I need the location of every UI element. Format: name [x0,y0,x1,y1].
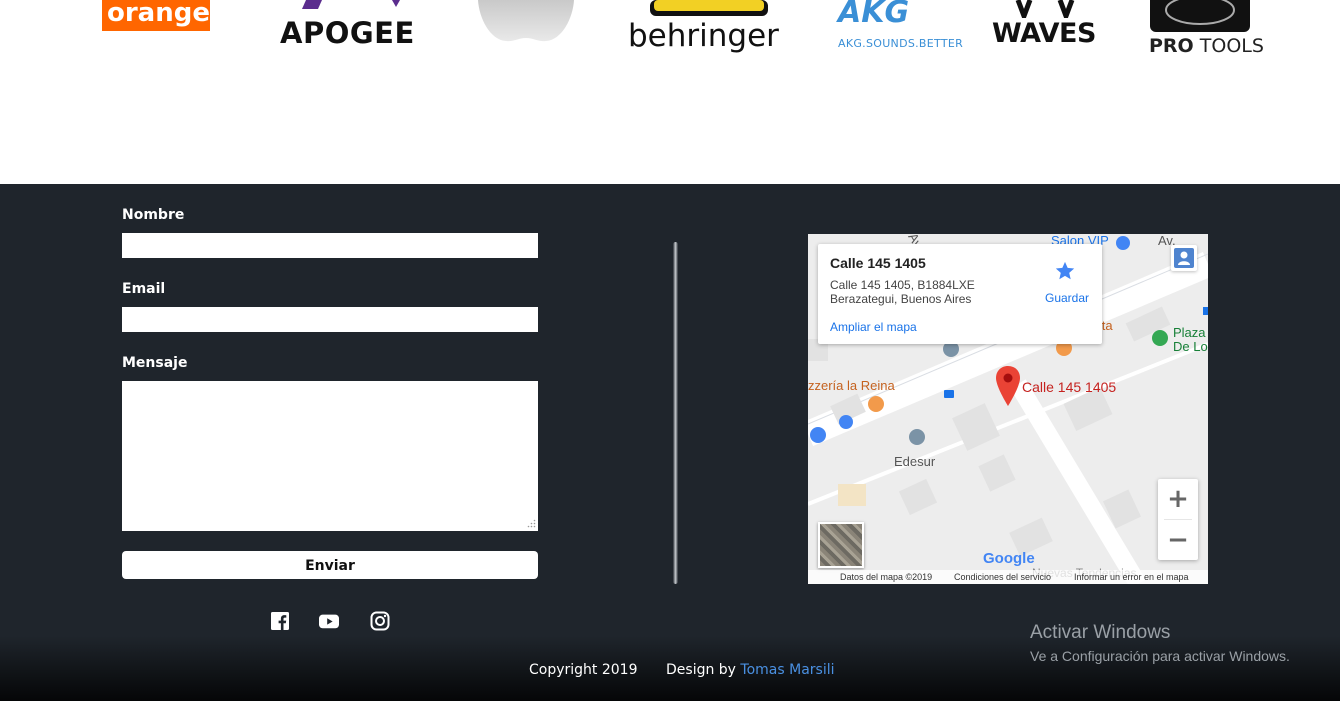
name-input[interactable] [122,233,538,258]
map-attribution-bar: Datos del mapa ©2019 Condiciones del ser… [808,570,1208,584]
waves-logo: WAVES [992,18,1096,49]
info-title: Calle 145 1405 [830,255,926,271]
orange-logo: orange [102,0,210,31]
map-info-window: Calle 145 1405 Calle 145 1405, B1884LXE … [818,244,1102,344]
pro-tools-pro: PRO [1149,35,1194,57]
poi-plaza-line2: De Lo [1173,339,1208,354]
map-data-attribution: Datos del mapa ©2019 [840,572,933,582]
name-label: Nombre [122,207,185,223]
pro-tools-logo: PRO TOOLS [1149,35,1264,57]
send-button[interactable]: Enviar [122,551,538,579]
design-prefix: Design by [666,662,741,678]
design-credit: Design by Tomas Marsili [666,662,835,678]
message-label: Mensaje [122,355,188,371]
behringer-logo: behringer [628,18,779,54]
report-error-link[interactable]: Informar un error en el mapa [1074,572,1189,582]
akg-logo: AKG [838,0,910,30]
apogee-mark-icon [302,0,400,9]
info-address-line2: Berazategui, Buenos Aires [830,292,972,306]
email-label: Email [122,281,166,297]
pro-tools-mark-icon [1150,0,1250,32]
facebook-icon[interactable] [270,611,290,631]
behringer-mark-icon [650,0,768,16]
windows-activation-title: Activar Windows [1030,622,1171,643]
marker-label: Calle 145 1405 [1022,379,1117,395]
google-logo-text: Google [983,550,1035,567]
enlarge-map-link[interactable]: Ampliar el mapa [830,320,917,334]
copyright-text: Copyright 2019 [529,662,638,678]
satellite-toggle-thumbnail[interactable] [818,522,864,568]
street-view-pegman-icon[interactable] [1171,245,1197,271]
zoom-in-button[interactable]: + [1158,479,1198,519]
location-marker-icon[interactable] [996,366,1020,406]
zoom-out-button[interactable]: − [1158,520,1198,560]
vertical-divider [673,242,678,584]
info-address: Calle 145 1405, B1884LXE Berazategui, Bu… [830,278,975,306]
resize-grip-icon[interactable] [527,519,536,528]
zoom-controls: + − [1158,479,1198,560]
google-logo: Google [983,550,1035,567]
windows-activation-subtitle: Ve a Configuración para activar Windows. [1030,648,1290,664]
info-address-line1: Calle 145 1405, B1884LXE [830,278,975,292]
brand-logos-strip: orange APOGEE behringer AKG AKG.SOUNDS.B… [0,0,1340,184]
poi-edesur[interactable]: Edesur [894,454,935,469]
poi-plaza[interactable]: Plaza De Lo [1173,326,1208,354]
apogee-logo: APOGEE [280,16,415,50]
instagram-icon[interactable] [370,611,390,631]
waves-mark-icon [1015,0,1075,18]
pro-tools-tools: TOOLS [1199,35,1264,57]
akg-tagline: AKG.SOUNDS.BETTER [838,37,964,50]
email-input[interactable] [122,307,538,332]
message-textarea[interactable] [122,381,538,531]
poi-plaza-line1: Plaza [1173,325,1206,340]
poi-pizzeria[interactable]: zzería la Reina [808,378,895,393]
author-link[interactable]: Tomas Marsili [740,662,834,678]
terms-of-service-link[interactable]: Condiciones del servicio [954,572,1051,582]
save-place-button[interactable]: Guardar [1045,291,1089,305]
apple-logo-icon [478,0,574,42]
star-icon[interactable] [1054,260,1076,282]
google-map[interactable]: Salon VIP Av. Av PlazaDe Lo esta zzería … [808,234,1208,584]
youtube-icon[interactable] [319,611,339,631]
